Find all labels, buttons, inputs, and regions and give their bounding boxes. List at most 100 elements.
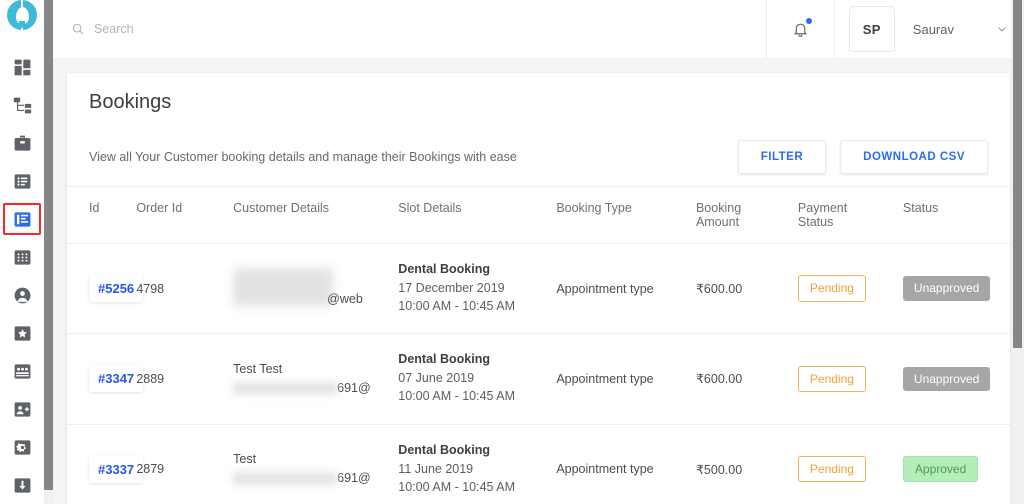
status-badge[interactable]: Unapproved (902, 276, 991, 301)
sidebar-scrollbar[interactable] (44, 0, 53, 504)
main-area: SP Saurav Bookings View all Your Custome… (53, 0, 1024, 504)
sidebar-item-apps[interactable] (0, 238, 44, 276)
cell-id: #3347 (67, 333, 144, 425)
booking-id-link[interactable]: #5256 (89, 275, 144, 303)
user-name: Saurav (912, 21, 954, 37)
slot-date: 17 December 2019 (398, 281, 505, 295)
sidebar-item-profile[interactable] (0, 276, 44, 314)
cell-order-id: 2889 (136, 333, 234, 425)
sidebar-nav (0, 48, 44, 504)
customer-email: 691@ (233, 469, 398, 488)
table-body: #5256 4798 @web Dental Booking 17 December 2… (67, 243, 1010, 504)
customer-email-visible: 691@ (337, 380, 371, 395)
cell-customer-details: Test 691@ (233, 424, 398, 504)
cell-order-id: 4798 (136, 243, 234, 335)
action-buttons: FILTER DOWNLOAD CSV (737, 140, 988, 174)
column-header-id[interactable]: Id (67, 187, 137, 244)
customer-name: Test (233, 452, 257, 467)
sidebar-item-list[interactable] (0, 162, 44, 200)
cell-order-id: 2879 (136, 462, 165, 477)
cell-booking-type: Appointment type (556, 462, 654, 477)
cell-slot-details: Dental Booking 17 December 2019 10:00 AM -… (398, 243, 557, 335)
redacted-customer-block (233, 268, 334, 307)
payment-status-badge[interactable]: Pending (797, 275, 866, 302)
table-head: Id Order Id Customer Details Slot Detail… (67, 187, 1010, 244)
status-badge[interactable]: Unapproved (902, 366, 991, 392)
star-icon (14, 325, 30, 341)
sidebar-item-download[interactable] (0, 466, 44, 504)
status-badge[interactable]: Approved (902, 455, 979, 483)
download-arrow-icon (14, 477, 30, 493)
payment-status-badge[interactable]: Pending (797, 365, 866, 393)
slot-date: 07 June 2019 (398, 371, 475, 386)
search-bar[interactable] (53, 0, 767, 58)
table-row[interactable]: #5256 4798 @web Dental Booking 17 December 2… (67, 243, 1010, 335)
column-header-status[interactable]: Status (902, 187, 1010, 244)
redacted-email-strip (233, 382, 338, 396)
redacted-email-strip (233, 472, 338, 486)
sidebar-item-hierarchy[interactable] (0, 86, 44, 124)
user-menu[interactable]: SP Saurav (835, 0, 1024, 58)
cell-payment-status: Pending (797, 333, 903, 425)
dashboard-grid-icon (14, 59, 30, 75)
sidebar-item-add-user[interactable] (0, 390, 44, 428)
download-csv-button[interactable]: DOWNLOAD CSV (840, 140, 988, 174)
booking-id-link[interactable]: #3337 (89, 455, 144, 483)
cell-payment-status: Pending (797, 243, 903, 335)
column-header-customer[interactable]: Customer Details (233, 187, 399, 244)
bookings-table: Id Order Id Customer Details Slot Detail… (67, 187, 1010, 504)
slot-title: Dental Booking (398, 442, 490, 457)
notification-badge (805, 18, 812, 24)
cell-status: Approved (902, 424, 1010, 504)
table-row[interactable]: #3337 2879 Test 691@ Dental Booking 11 June 2… (67, 424, 1010, 504)
slot-time: 10:00 AM - 10:45 AM (398, 479, 516, 494)
tooth-logo-icon (7, 0, 37, 30)
apps-grid-icon (14, 249, 30, 265)
gear-icon (14, 439, 30, 455)
search-input[interactable] (94, 22, 354, 36)
cell-id: #5256 (67, 243, 144, 335)
filter-button[interactable]: FILTER (737, 140, 827, 174)
cell-booking-type: Appointment type (556, 243, 696, 335)
page-subtitle: View all Your Customer booking details a… (89, 150, 517, 164)
sidebar-scrollbar-thumb[interactable] (44, 0, 53, 490)
team-people-icon (14, 363, 30, 379)
page-scrollbar-thumb[interactable] (1013, 0, 1022, 348)
column-header-order-id[interactable]: Order Id (136, 187, 234, 244)
cell-booking-amount: ₹500.00 (695, 462, 743, 477)
slot-date: 11 June 2019 (398, 461, 474, 476)
notification-button[interactable] (767, 0, 835, 58)
sidebar-item-favourites[interactable] (0, 314, 44, 352)
table-row[interactable]: #3347 2889 Test Test 691@ Dental Booking 07 J… (67, 333, 1010, 425)
column-header-amount[interactable]: Booking Amount (695, 187, 798, 244)
search-icon (72, 23, 84, 35)
sidebar-item-bookings[interactable] (0, 200, 44, 238)
list-icon (14, 173, 30, 189)
customer-email-visible: 691@ (337, 471, 371, 486)
column-header-slot[interactable]: Slot Details (398, 187, 557, 244)
sidebar (0, 0, 44, 504)
bookings-card: Bookings View all Your Customer booking … (67, 73, 1010, 504)
cell-booking-amount: ₹600.00 (695, 333, 798, 425)
chevron-down-icon[interactable] (996, 23, 1008, 35)
page-subbar: View all Your Customer booking details a… (67, 124, 1010, 187)
cell-id: #3337 (67, 424, 144, 504)
slot-time: 10:00 AM - 10:45 AM (398, 299, 516, 314)
column-header-booking-type[interactable]: Booking Type (556, 187, 696, 244)
column-header-payment[interactable]: Payment Status (797, 187, 903, 244)
cell-status: Unapproved (902, 333, 1010, 425)
customer-name: Test Test (233, 362, 283, 377)
content-scroll-area: Bookings View all Your Customer booking … (53, 59, 1024, 504)
app-logo[interactable] (0, 0, 44, 30)
app-root: SP Saurav Bookings View all Your Custome… (0, 0, 1024, 504)
page-scrollbar[interactable] (1011, 0, 1024, 504)
cell-slot-details: Dental Booking 11 June 2019 10:00 AM - 10:… (398, 424, 556, 504)
cell-payment-status: Pending (797, 424, 903, 504)
sidebar-item-settings[interactable] (0, 428, 44, 466)
payment-status-badge[interactable]: Pending (797, 455, 866, 483)
sidebar-item-briefcase[interactable] (0, 124, 44, 162)
bookings-document-icon (14, 211, 30, 227)
booking-id-link[interactable]: #3347 (89, 365, 144, 393)
sidebar-item-team[interactable] (0, 352, 44, 390)
sidebar-item-dashboard[interactable] (0, 48, 44, 86)
